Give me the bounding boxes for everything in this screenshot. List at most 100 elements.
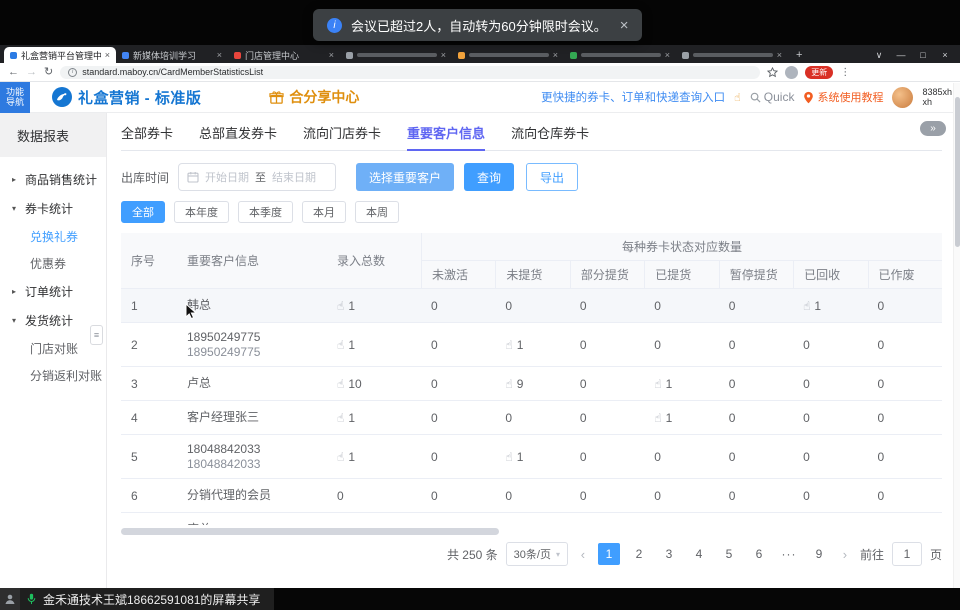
table-row[interactable]: 51804884203318048842033☝10☝100000 (121, 435, 942, 479)
profile-avatar[interactable] (785, 66, 798, 79)
cell-value: 0 (868, 323, 942, 366)
tab-close-icon[interactable]: × (217, 50, 222, 60)
tab-store-flow-cards[interactable]: 流向门店券卡 (303, 123, 381, 150)
function-nav-button[interactable]: 功能 导航 (0, 82, 30, 113)
cell-value[interactable]: ☝1 (495, 435, 569, 478)
maximize-icon[interactable]: □ (912, 47, 934, 63)
tab-close-icon[interactable]: × (105, 50, 110, 60)
page-number[interactable]: 4 (688, 543, 710, 565)
sidebar-collapse-handle[interactable]: ≡ (90, 325, 103, 345)
user-avatar[interactable] (892, 87, 913, 108)
tab-search-icon[interactable]: ∨ (868, 47, 890, 63)
sidebar-item-distribution-rebate[interactable]: 分销返利对账 (0, 362, 106, 389)
cell-value[interactable]: ☝1 (495, 323, 569, 366)
tab-close-icon[interactable]: × (777, 50, 782, 60)
quick-entry-hint[interactable]: 更快捷的券卡、订单和快递查询入口 (541, 89, 725, 105)
browser-tab[interactable]: × (452, 47, 564, 63)
tab-all-cards[interactable]: 全部券卡 (121, 123, 173, 150)
tab-important-customers[interactable]: 重要客户信息 (407, 123, 485, 151)
table-row[interactable]: 4客户经理张三☝1000☝1000 (121, 401, 942, 435)
cell-value[interactable]: ☝1 (327, 401, 421, 434)
table-row[interactable]: 21895024977518950249775☝10☝100000 (121, 323, 942, 367)
query-button[interactable]: 查询 (464, 163, 514, 191)
minimize-icon[interactable]: — (890, 47, 912, 63)
cell-value[interactable]: ☝1 (644, 401, 718, 434)
table-row[interactable]: 3卢总☝100☝90☝1000 (121, 367, 942, 401)
quick-search[interactable]: Quick (750, 90, 795, 104)
cell-value[interactable]: ☝1 (327, 323, 421, 366)
sidebar-group-card-stats[interactable]: ▾ 券卡统计 (0, 194, 106, 223)
start-date-input[interactable]: 开始日期 (205, 169, 249, 185)
tab-warehouse-flow-cards[interactable]: 流向仓库券卡 (511, 123, 589, 150)
tab-close-icon[interactable]: × (329, 50, 334, 60)
site-info-icon[interactable]: i (68, 68, 77, 77)
browser-tab[interactable]: 新媒体培训学习 × (116, 47, 228, 63)
cell-value[interactable]: ☝1 (327, 289, 421, 322)
address-bar[interactable]: i standard.maboy.cn/CardMemberStatistics… (60, 66, 760, 79)
sidebar-item-redeem-voucher[interactable]: 兑换礼券 (0, 223, 106, 250)
browser-tab[interactable]: × (564, 47, 676, 63)
vertical-scrollbar[interactable] (953, 83, 960, 588)
tab-close-icon[interactable]: × (665, 50, 670, 60)
page-number[interactable]: 2 (628, 543, 650, 565)
scrollbar-thumb[interactable] (955, 97, 960, 247)
quick-filter-all[interactable]: 全部 (121, 201, 165, 223)
cell-value[interactable]: ☝1 (793, 289, 867, 322)
cell-value[interactable]: ☝18 (495, 513, 569, 525)
quick-filter-week[interactable]: 本周 (355, 201, 399, 223)
cell-value: 0 (421, 513, 495, 525)
cell-value[interactable]: ☝10 (327, 367, 421, 400)
forward-icon[interactable]: → (26, 67, 37, 78)
quick-filter-year[interactable]: 本年度 (174, 201, 229, 223)
screen: i 会议已超过2人，自动转为60分钟限时会议。 × 礼盒营销平台管理中心 × 新… (0, 0, 960, 610)
browser-tab-active[interactable]: 礼盒营销平台管理中心 × (4, 47, 116, 63)
date-range-input[interactable]: 开始日期 至 结束日期 (178, 163, 336, 191)
page-number[interactable]: 3 (658, 543, 680, 565)
share-center-label: 合分享中心 (289, 87, 359, 107)
select-customer-button[interactable]: 选择重要客户 (356, 163, 454, 191)
next-page-button[interactable]: › (838, 547, 852, 562)
window-close-icon[interactable]: × (934, 47, 956, 63)
browser-tab[interactable]: × (340, 47, 452, 63)
sidebar-item-coupon[interactable]: 优惠券 (0, 250, 106, 277)
bookmark-star-icon[interactable] (767, 67, 778, 78)
page-number[interactable]: 9 (808, 543, 830, 565)
quick-filter-month[interactable]: 本月 (302, 201, 346, 223)
prev-page-button[interactable]: ‹ (576, 547, 590, 562)
page-number[interactable]: 6 (748, 543, 770, 565)
tab-close-icon[interactable]: × (441, 50, 446, 60)
hand-pointer-icon: ☝ (337, 411, 344, 425)
toast-close-icon[interactable]: × (620, 17, 629, 34)
page-size-select[interactable]: 30条/页 ▾ (506, 542, 568, 566)
table-row[interactable]: 1韩总☝100000☝10 (121, 289, 942, 323)
browser-menu-icon[interactable]: ⋮ (840, 67, 850, 78)
quick-filter-quarter[interactable]: 本季度 (238, 201, 293, 223)
share-center-link[interactable]: 合分享中心 (269, 87, 359, 107)
end-date-input[interactable]: 结束日期 (272, 169, 316, 185)
collapse-panel-button[interactable]: » (920, 121, 946, 136)
tab-close-icon[interactable]: × (553, 50, 558, 60)
cell-value[interactable]: ☝20 (327, 513, 421, 525)
sidebar-group-product-sales[interactable]: ▸ 商品销售统计 (0, 165, 106, 194)
cell-value[interactable]: ☝1 (644, 367, 718, 400)
reload-icon[interactable]: ↻ (44, 67, 53, 78)
update-badge[interactable]: 更新 (805, 66, 833, 79)
browser-tab[interactable]: 门店管理中心 × (228, 47, 340, 63)
goto-page-input[interactable]: 1 (892, 542, 922, 566)
new-tab-button[interactable]: + (796, 49, 802, 61)
page-number[interactable]: 5 (718, 543, 740, 565)
horizontal-scrollbar[interactable] (121, 528, 942, 535)
cell-value[interactable]: ☝9 (495, 367, 569, 400)
export-button[interactable]: 导出 (526, 163, 578, 191)
sidebar-group-order-stats[interactable]: ▸ 订单统计 (0, 277, 106, 306)
page-number[interactable]: 1 (598, 543, 620, 565)
browser-tab[interactable]: × (676, 47, 788, 63)
scrollbar-thumb[interactable] (121, 528, 499, 535)
table-row[interactable]: 7唐总☝200☝1800000 (121, 513, 942, 525)
cell-value[interactable]: ☝1 (327, 435, 421, 478)
tutorial-link[interactable]: 系统使用教程 (803, 89, 883, 105)
back-icon[interactable]: ← (8, 67, 19, 78)
tab-hq-direct-cards[interactable]: 总部直发券卡 (199, 123, 277, 150)
page-ellipsis[interactable]: ··· (778, 543, 800, 565)
table-row[interactable]: 6分销代理的会员00000000 (121, 479, 942, 513)
